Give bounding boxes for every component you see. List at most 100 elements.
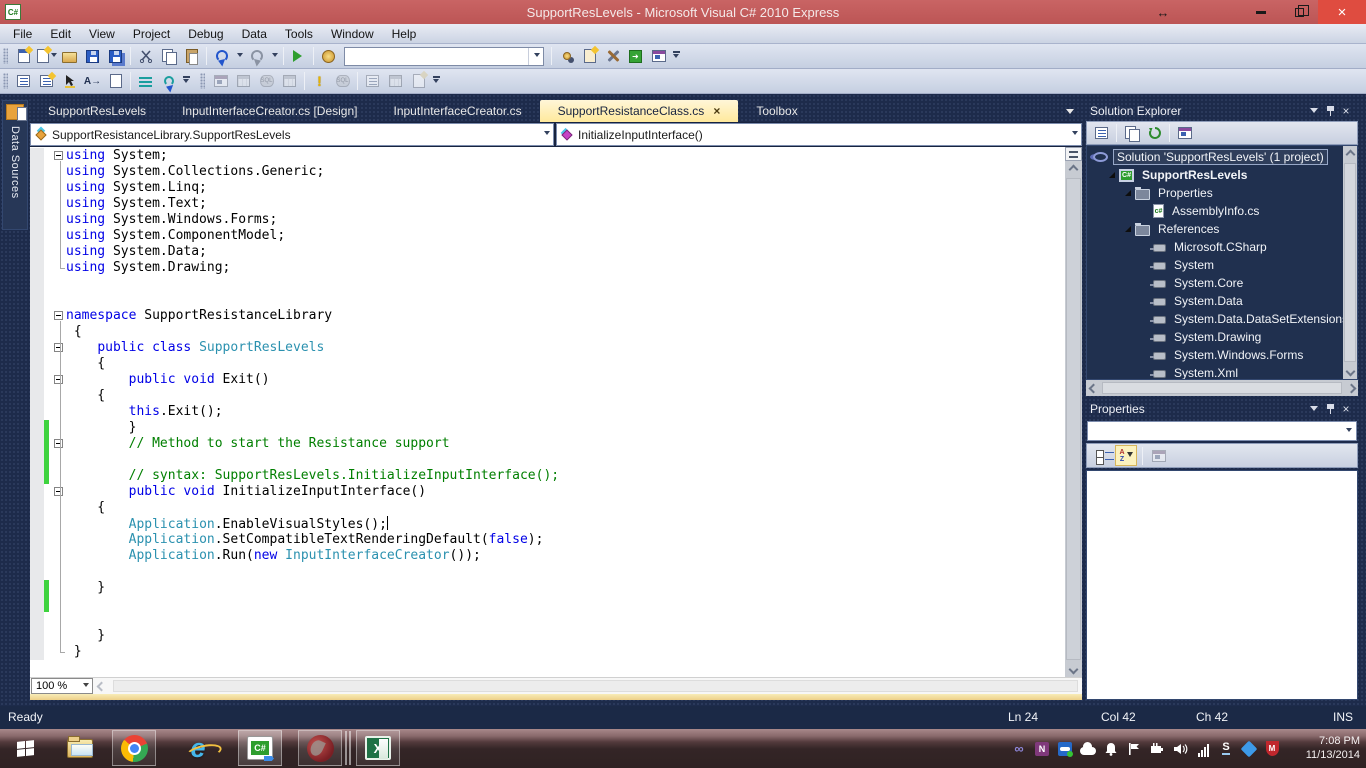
- validate-button[interactable]: !: [308, 70, 331, 92]
- parameter-info-button[interactable]: [35, 70, 58, 92]
- data-sources-dock-tab[interactable]: Data Sources: [2, 100, 28, 230]
- tree-item-supportreslevels[interactable]: C# SupportResLevels: [1087, 166, 1343, 184]
- outline-margin[interactable]: [52, 212, 66, 228]
- taskbar-internet-explorer[interactable]: e: [176, 730, 220, 766]
- scrollbar-thumb[interactable]: [1344, 163, 1356, 362]
- outline-margin[interactable]: [52, 372, 66, 388]
- onenote-tray-icon[interactable]: N: [1034, 741, 1050, 757]
- outline-margin[interactable]: [52, 596, 66, 612]
- outline-margin[interactable]: [52, 196, 66, 212]
- expander-icon[interactable]: [1125, 226, 1131, 232]
- indicator-margin[interactable]: [30, 292, 44, 308]
- outline-margin[interactable]: [52, 484, 66, 500]
- tab-inputinterfacecreator-cs[interactable]: InputInterfaceCreator.cs: [376, 100, 540, 122]
- dropdown-arrow[interactable]: [1066, 131, 1081, 138]
- dropdown-arrow[interactable]: [538, 131, 553, 138]
- toolbar-overflow-button[interactable]: [430, 70, 442, 92]
- dropdown-arrow[interactable]: [1340, 427, 1356, 435]
- tree-vertical-scrollbar[interactable]: [1343, 146, 1357, 379]
- outline-margin[interactable]: [52, 388, 66, 404]
- indicator-margin[interactable]: [30, 484, 44, 500]
- scroll-down-button[interactable]: [1065, 661, 1082, 677]
- toolbar-grip[interactable]: [3, 73, 8, 89]
- increase-indent-button[interactable]: [157, 70, 180, 92]
- tree-item-system[interactable]: System: [1087, 256, 1343, 274]
- start-debugging-button[interactable]: [287, 45, 310, 67]
- start-button[interactable]: [0, 730, 50, 766]
- expander-icon[interactable]: [1109, 172, 1115, 178]
- undo-button[interactable]: [210, 45, 233, 67]
- solution-explorer-button[interactable]: [555, 45, 578, 67]
- scrollbar-thumb[interactable]: [1102, 382, 1342, 394]
- tree-item-solution-supportreslevels-1-project[interactable]: Solution 'SupportResLevels' (1 project): [1087, 148, 1343, 166]
- tab-toolbox[interactable]: Toolbox: [738, 100, 815, 122]
- outline-margin[interactable]: [52, 180, 66, 196]
- taskbar-trading-app[interactable]: [298, 730, 342, 766]
- menu-project[interactable]: Project: [124, 25, 179, 43]
- collapse-box-icon[interactable]: [54, 487, 63, 496]
- new-project-button[interactable]: [12, 45, 35, 67]
- outline-margin[interactable]: [52, 164, 66, 180]
- menu-view[interactable]: View: [80, 25, 124, 43]
- outline-margin[interactable]: [52, 580, 66, 596]
- cut-button[interactable]: [134, 45, 157, 67]
- indicator-margin[interactable]: [30, 180, 44, 196]
- outline-margin[interactable]: [52, 292, 66, 308]
- outline-margin[interactable]: [52, 452, 66, 468]
- scroll-down-button[interactable]: [1343, 363, 1357, 379]
- view-code-button[interactable]: [1173, 122, 1196, 144]
- outline-margin[interactable]: [52, 564, 66, 580]
- window-position-dropdown[interactable]: [1306, 108, 1322, 113]
- tab-close-icon[interactable]: ×: [713, 104, 720, 118]
- open-file-button[interactable]: [58, 45, 81, 67]
- code-editor[interactable]: using System; using System.Collections.Ge…: [30, 147, 1082, 677]
- collapse-box-icon[interactable]: [54, 311, 63, 320]
- outline-margin[interactable]: [52, 644, 66, 660]
- taskbar-visual-csharp[interactable]: C#: [238, 730, 282, 766]
- collapse-box-icon[interactable]: [54, 375, 63, 384]
- mcafee-tray-icon[interactable]: M: [1264, 741, 1280, 757]
- indicator-margin[interactable]: [30, 148, 44, 164]
- outline-margin[interactable]: [52, 340, 66, 356]
- indicator-margin[interactable]: [30, 436, 44, 452]
- undo-dropdown[interactable]: [233, 45, 245, 67]
- search-input[interactable]: [345, 47, 528, 65]
- menu-window[interactable]: Window: [322, 25, 383, 43]
- document-list-dropdown[interactable]: [1066, 100, 1082, 122]
- word-completion-button[interactable]: A→: [81, 70, 104, 92]
- indicator-margin[interactable]: [30, 580, 44, 596]
- splitter-handle[interactable]: [1065, 147, 1082, 161]
- network-signal-icon[interactable]: [1195, 741, 1211, 757]
- outline-margin[interactable]: [52, 548, 66, 564]
- taskbar-excel[interactable]: X: [356, 730, 400, 766]
- tab-supportreslevels[interactable]: SupportResLevels: [30, 100, 164, 122]
- scroll-up-button[interactable]: [1343, 146, 1357, 162]
- toolbar-grip[interactable]: [200, 73, 205, 89]
- title-bar[interactable]: C# SupportResLevels - Microsoft Visual C…: [0, 0, 1366, 24]
- indicator-margin[interactable]: [30, 356, 44, 372]
- copy-button[interactable]: [157, 45, 180, 67]
- indicator-margin[interactable]: [30, 468, 44, 484]
- indicator-margin[interactable]: [30, 228, 44, 244]
- outline-margin[interactable]: [52, 500, 66, 516]
- outline-margin[interactable]: [52, 468, 66, 484]
- indicator-margin[interactable]: [30, 212, 44, 228]
- combo-dropdown[interactable]: [528, 47, 543, 65]
- outline-margin[interactable]: [52, 356, 66, 372]
- indicator-margin[interactable]: [30, 276, 44, 292]
- tree-item-assemblyinfo-cs[interactable]: c# AssemblyInfo.cs: [1087, 202, 1343, 220]
- editor-horizontal-scrollbar[interactable]: [109, 678, 1082, 694]
- indicator-margin[interactable]: [30, 324, 44, 340]
- tree-item-references[interactable]: References: [1087, 220, 1343, 238]
- indicator-margin[interactable]: [30, 564, 44, 580]
- scroll-right-button[interactable]: [1344, 380, 1358, 396]
- expander-icon[interactable]: [1125, 190, 1131, 196]
- save-button[interactable]: [81, 45, 104, 67]
- redo-button[interactable]: [245, 45, 268, 67]
- categorized-button[interactable]: [1091, 445, 1114, 466]
- members-dropdown[interactable]: InitializeInputInterface(): [556, 123, 1082, 146]
- auto-hide-pin-button[interactable]: [1322, 105, 1338, 116]
- swap-monitor-icon[interactable]: ↔: [1144, 0, 1182, 24]
- tree-item-system-data[interactable]: System.Data: [1087, 292, 1343, 310]
- indicator-margin[interactable]: [30, 244, 44, 260]
